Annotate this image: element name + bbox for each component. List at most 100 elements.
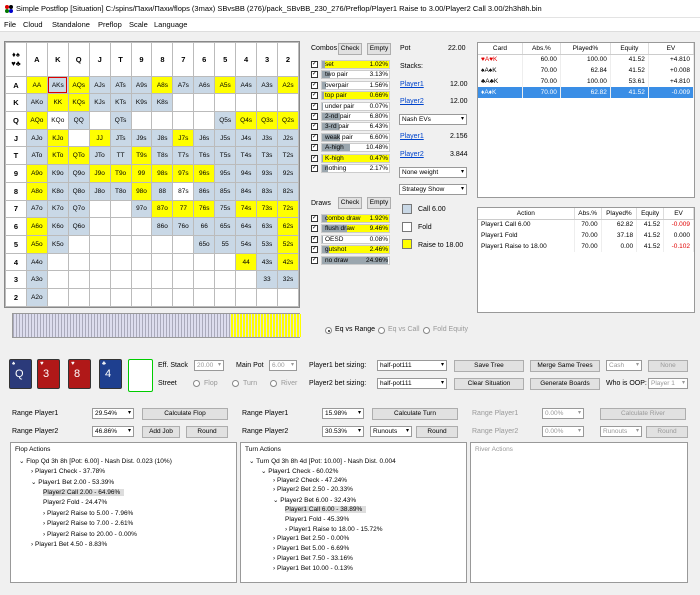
hand-cell[interactable]: A6s [193,75,216,95]
hand-cell[interactable] [109,270,132,290]
game-type-dropdown[interactable]: Cash [606,360,642,371]
turn-tree-node[interactable]: › Player1 Bet 7.50 - 33.16% [273,555,357,562]
hand-cell[interactable]: 55 [214,234,237,254]
menu-standalone[interactable]: Standalone [52,20,90,29]
hand-cell[interactable]: J9s [130,128,153,148]
col-header-K[interactable]: K [46,42,69,77]
action-table-header[interactable]: Action [478,208,575,220]
hand-cell[interactable]: Q5s [214,111,237,130]
hand-cell[interactable]: K8s [151,93,174,113]
board-card-1[interactable]: ♠ Q [9,359,32,389]
checkbox[interactable]: ✓ [311,154,318,162]
action-table-header[interactable]: Abs.% [574,208,602,220]
combos-row[interactable]: ✓ A-high 10.48% [311,143,391,153]
hand-cell[interactable]: K7o [46,199,69,219]
card-table-header[interactable]: EV [648,43,695,55]
col-header-T[interactable]: T [109,42,132,77]
none-button[interactable]: None [648,360,688,372]
hand-cell[interactable] [109,234,132,254]
add-job-button[interactable]: Add Job [142,426,180,438]
hand-cell[interactable]: 42s [276,252,300,272]
hand-cell[interactable] [130,288,153,307]
turn-tree-node[interactable]: ⌄ Player1 Check - 60.02% [261,467,342,475]
combos-row[interactable]: ✓ overpair 1.56% [311,80,391,91]
hand-cell[interactable] [256,93,278,113]
hand-cell[interactable] [130,111,153,130]
suit-selector-icon[interactable]: ♦♠ ♥♣ [5,42,27,77]
draws-row[interactable]: ✓ gutshot 2.46% [311,245,391,255]
main-pot-input[interactable]: 6.00 [269,360,297,371]
row-header-5[interactable]: 5 [5,234,27,254]
hand-cell[interactable]: A3o [25,270,48,290]
hand-cell[interactable]: Q6o [67,217,90,236]
hand-cell[interactable]: K9o [46,164,69,183]
card-table-row[interactable]: ♦A♦K 70.00 62.82 41.52 -0.009 [478,87,695,98]
col-header-3[interactable]: 3 [256,42,278,77]
hand-cell[interactable]: KQs [67,93,90,113]
hand-cell[interactable] [88,199,111,219]
strategy-dropdown[interactable]: Strategy Show [399,184,467,195]
hand-cell[interactable]: A9s [130,75,153,95]
hand-cell[interactable]: TT [109,146,132,166]
hand-cell[interactable]: KJo [46,128,69,148]
hand-cell[interactable]: K8o [46,181,69,201]
hand-cell[interactable] [88,217,111,236]
hand-cell[interactable] [172,234,195,254]
checkbox[interactable]: ✓ [311,71,318,79]
p2-bet-sizing-dropdown[interactable]: half-pot111 [377,378,447,389]
flop-tree-node[interactable]: › Player2 Raise to 20.00 - 0.00% [43,531,141,538]
checkbox[interactable]: ✓ [311,61,318,68]
hand-cell[interactable]: 83s [256,181,278,201]
flop-tree-node[interactable]: › Player2 Raise to 7.00 - 2.61% [43,520,137,527]
checkbox[interactable]: ✓ [311,102,318,110]
hand-cell[interactable]: 96s [193,164,216,183]
hand-cell[interactable] [151,288,174,307]
hand-cell[interactable]: 74s [235,199,258,219]
ev-mode-dropdown[interactable]: Nash EVs [399,114,467,125]
hand-cell[interactable] [109,217,132,236]
hand-cell[interactable]: AJs [88,75,111,95]
turn-range-p2-dropdown[interactable]: 30.53% [322,426,364,437]
hand-cell[interactable]: AA [25,75,48,95]
hand-cell[interactable] [214,252,237,272]
player2-link[interactable]: Player2 [400,98,424,105]
hand-cell[interactable]: JTo [88,146,111,166]
hand-cell[interactable]: J9o [88,164,111,183]
col-header-Q[interactable]: Q [67,42,90,77]
turn-tree-node[interactable]: › Player1 Raise to 18.00 - 15.72% [285,526,387,533]
calculate-river-button[interactable]: Calculate River [600,408,686,420]
draws-check-button[interactable]: Check [338,197,362,209]
col-header-7[interactable]: 7 [172,42,195,77]
combos-row[interactable]: ✓ top pair 0.66% [311,91,391,101]
hand-cell[interactable]: T9s [130,146,153,166]
hand-cell[interactable]: 73s [256,199,278,219]
hand-cell[interactable]: T9o [109,164,132,183]
hand-cell[interactable] [88,234,111,254]
hand-cell[interactable]: AKo [25,93,48,113]
col-header-2[interactable]: 2 [276,42,300,77]
hand-cell[interactable]: A7s [172,75,195,95]
checkbox[interactable]: ✓ [311,123,318,131]
combos-empty-button[interactable]: Empty [367,43,391,55]
hand-cell[interactable]: J8o [88,181,111,201]
eff-stack-input[interactable]: 20.00 [194,360,224,371]
checkbox[interactable]: ✓ [311,225,318,233]
hand-cell[interactable]: 93s [256,164,278,183]
turn-tree-node[interactable]: Player1 Fold - 45.39% [285,516,353,523]
hand-cell[interactable]: T2s [276,146,300,166]
hand-cell[interactable] [193,93,216,113]
turn-tree-node[interactable]: › Player1 Bet 5.00 - 6.69% [273,545,353,552]
hand-cell[interactable]: 77 [172,199,195,219]
turn-tree-node[interactable]: › Player2 Bet 2.50 - 20.33% [273,486,357,493]
eq-vs-range-radio[interactable] [325,327,332,334]
hand-cell[interactable] [276,93,300,113]
runouts-dropdown[interactable]: Runouts [370,426,412,437]
river-range-p2-dropdown[interactable]: 0.00% [542,426,584,437]
hand-cell[interactable] [151,252,174,272]
hand-cell[interactable] [67,288,90,307]
hand-cell[interactable]: AQs [67,75,90,95]
hand-cell[interactable]: A2s [276,75,300,95]
hand-cell[interactable]: AKs [46,75,69,95]
hand-cell[interactable] [130,234,153,254]
hand-cell[interactable] [172,111,195,130]
